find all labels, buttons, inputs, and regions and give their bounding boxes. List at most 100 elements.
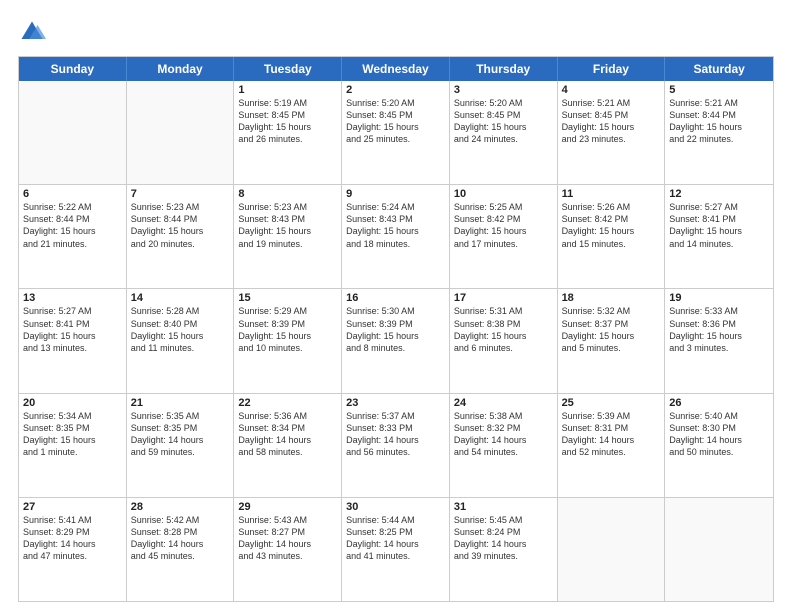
calendar-day-29: 29Sunrise: 5:43 AM Sunset: 8:27 PM Dayli… [234,498,342,601]
calendar-day-2: 2Sunrise: 5:20 AM Sunset: 8:45 PM Daylig… [342,81,450,184]
calendar-day-31: 31Sunrise: 5:45 AM Sunset: 8:24 PM Dayli… [450,498,558,601]
day-number: 24 [454,397,553,409]
day-number: 30 [346,501,445,513]
day-number: 21 [131,397,230,409]
day-number: 2 [346,84,445,96]
day-info: Sunrise: 5:33 AM Sunset: 8:36 PM Dayligh… [669,305,769,354]
calendar-day-16: 16Sunrise: 5:30 AM Sunset: 8:39 PM Dayli… [342,289,450,392]
day-info: Sunrise: 5:19 AM Sunset: 8:45 PM Dayligh… [238,97,337,146]
day-number: 18 [562,292,661,304]
calendar-day-23: 23Sunrise: 5:37 AM Sunset: 8:33 PM Dayli… [342,394,450,497]
day-info: Sunrise: 5:40 AM Sunset: 8:30 PM Dayligh… [669,410,769,459]
calendar-day-9: 9Sunrise: 5:24 AM Sunset: 8:43 PM Daylig… [342,185,450,288]
calendar-day-1: 1Sunrise: 5:19 AM Sunset: 8:45 PM Daylig… [234,81,342,184]
day-number: 12 [669,188,769,200]
calendar-day-25: 25Sunrise: 5:39 AM Sunset: 8:31 PM Dayli… [558,394,666,497]
logo [18,18,50,46]
weekday-header-tuesday: Tuesday [234,57,342,81]
day-number: 1 [238,84,337,96]
calendar-body: 1Sunrise: 5:19 AM Sunset: 8:45 PM Daylig… [19,81,773,601]
weekday-header-friday: Friday [558,57,666,81]
calendar-day-28: 28Sunrise: 5:42 AM Sunset: 8:28 PM Dayli… [127,498,235,601]
day-info: Sunrise: 5:37 AM Sunset: 8:33 PM Dayligh… [346,410,445,459]
day-info: Sunrise: 5:23 AM Sunset: 8:43 PM Dayligh… [238,201,337,250]
day-number: 29 [238,501,337,513]
day-info: Sunrise: 5:36 AM Sunset: 8:34 PM Dayligh… [238,410,337,459]
day-info: Sunrise: 5:41 AM Sunset: 8:29 PM Dayligh… [23,514,122,563]
calendar-day-empty [665,498,773,601]
weekday-header-monday: Monday [127,57,235,81]
calendar-day-3: 3Sunrise: 5:20 AM Sunset: 8:45 PM Daylig… [450,81,558,184]
calendar-header: SundayMondayTuesdayWednesdayThursdayFrid… [19,57,773,81]
day-info: Sunrise: 5:28 AM Sunset: 8:40 PM Dayligh… [131,305,230,354]
calendar-day-8: 8Sunrise: 5:23 AM Sunset: 8:43 PM Daylig… [234,185,342,288]
day-info: Sunrise: 5:34 AM Sunset: 8:35 PM Dayligh… [23,410,122,459]
day-number: 19 [669,292,769,304]
weekday-header-wednesday: Wednesday [342,57,450,81]
calendar-day-19: 19Sunrise: 5:33 AM Sunset: 8:36 PM Dayli… [665,289,773,392]
day-info: Sunrise: 5:39 AM Sunset: 8:31 PM Dayligh… [562,410,661,459]
day-number: 9 [346,188,445,200]
calendar-day-empty [558,498,666,601]
calendar-day-21: 21Sunrise: 5:35 AM Sunset: 8:35 PM Dayli… [127,394,235,497]
day-number: 31 [454,501,553,513]
day-number: 11 [562,188,661,200]
calendar-week-4: 20Sunrise: 5:34 AM Sunset: 8:35 PM Dayli… [19,394,773,498]
day-info: Sunrise: 5:30 AM Sunset: 8:39 PM Dayligh… [346,305,445,354]
calendar-day-empty [19,81,127,184]
calendar-week-2: 6Sunrise: 5:22 AM Sunset: 8:44 PM Daylig… [19,185,773,289]
calendar-day-6: 6Sunrise: 5:22 AM Sunset: 8:44 PM Daylig… [19,185,127,288]
calendar-day-4: 4Sunrise: 5:21 AM Sunset: 8:45 PM Daylig… [558,81,666,184]
day-number: 13 [23,292,122,304]
day-number: 6 [23,188,122,200]
day-number: 27 [23,501,122,513]
day-number: 3 [454,84,553,96]
calendar-day-12: 12Sunrise: 5:27 AM Sunset: 8:41 PM Dayli… [665,185,773,288]
day-number: 14 [131,292,230,304]
calendar-day-7: 7Sunrise: 5:23 AM Sunset: 8:44 PM Daylig… [127,185,235,288]
calendar-week-1: 1Sunrise: 5:19 AM Sunset: 8:45 PM Daylig… [19,81,773,185]
day-info: Sunrise: 5:24 AM Sunset: 8:43 PM Dayligh… [346,201,445,250]
day-number: 7 [131,188,230,200]
day-number: 26 [669,397,769,409]
day-info: Sunrise: 5:27 AM Sunset: 8:41 PM Dayligh… [669,201,769,250]
day-number: 15 [238,292,337,304]
day-info: Sunrise: 5:31 AM Sunset: 8:38 PM Dayligh… [454,305,553,354]
day-info: Sunrise: 5:35 AM Sunset: 8:35 PM Dayligh… [131,410,230,459]
day-info: Sunrise: 5:22 AM Sunset: 8:44 PM Dayligh… [23,201,122,250]
calendar-day-17: 17Sunrise: 5:31 AM Sunset: 8:38 PM Dayli… [450,289,558,392]
day-info: Sunrise: 5:44 AM Sunset: 8:25 PM Dayligh… [346,514,445,563]
day-number: 5 [669,84,769,96]
day-number: 17 [454,292,553,304]
calendar-day-22: 22Sunrise: 5:36 AM Sunset: 8:34 PM Dayli… [234,394,342,497]
day-number: 25 [562,397,661,409]
day-number: 20 [23,397,122,409]
day-info: Sunrise: 5:21 AM Sunset: 8:44 PM Dayligh… [669,97,769,146]
calendar-day-24: 24Sunrise: 5:38 AM Sunset: 8:32 PM Dayli… [450,394,558,497]
day-number: 10 [454,188,553,200]
day-info: Sunrise: 5:21 AM Sunset: 8:45 PM Dayligh… [562,97,661,146]
day-info: Sunrise: 5:32 AM Sunset: 8:37 PM Dayligh… [562,305,661,354]
calendar-day-26: 26Sunrise: 5:40 AM Sunset: 8:30 PM Dayli… [665,394,773,497]
day-info: Sunrise: 5:25 AM Sunset: 8:42 PM Dayligh… [454,201,553,250]
day-number: 16 [346,292,445,304]
day-info: Sunrise: 5:23 AM Sunset: 8:44 PM Dayligh… [131,201,230,250]
day-info: Sunrise: 5:45 AM Sunset: 8:24 PM Dayligh… [454,514,553,563]
weekday-header-thursday: Thursday [450,57,558,81]
weekday-header-sunday: Sunday [19,57,127,81]
calendar-day-18: 18Sunrise: 5:32 AM Sunset: 8:37 PM Dayli… [558,289,666,392]
calendar-day-empty [127,81,235,184]
day-number: 4 [562,84,661,96]
day-info: Sunrise: 5:20 AM Sunset: 8:45 PM Dayligh… [346,97,445,146]
calendar: SundayMondayTuesdayWednesdayThursdayFrid… [18,56,774,602]
day-number: 23 [346,397,445,409]
calendar-week-3: 13Sunrise: 5:27 AM Sunset: 8:41 PM Dayli… [19,289,773,393]
day-number: 22 [238,397,337,409]
calendar-day-27: 27Sunrise: 5:41 AM Sunset: 8:29 PM Dayli… [19,498,127,601]
calendar-day-20: 20Sunrise: 5:34 AM Sunset: 8:35 PM Dayli… [19,394,127,497]
page: SundayMondayTuesdayWednesdayThursdayFrid… [0,0,792,612]
day-info: Sunrise: 5:43 AM Sunset: 8:27 PM Dayligh… [238,514,337,563]
calendar-day-14: 14Sunrise: 5:28 AM Sunset: 8:40 PM Dayli… [127,289,235,392]
day-info: Sunrise: 5:26 AM Sunset: 8:42 PM Dayligh… [562,201,661,250]
calendar-day-15: 15Sunrise: 5:29 AM Sunset: 8:39 PM Dayli… [234,289,342,392]
